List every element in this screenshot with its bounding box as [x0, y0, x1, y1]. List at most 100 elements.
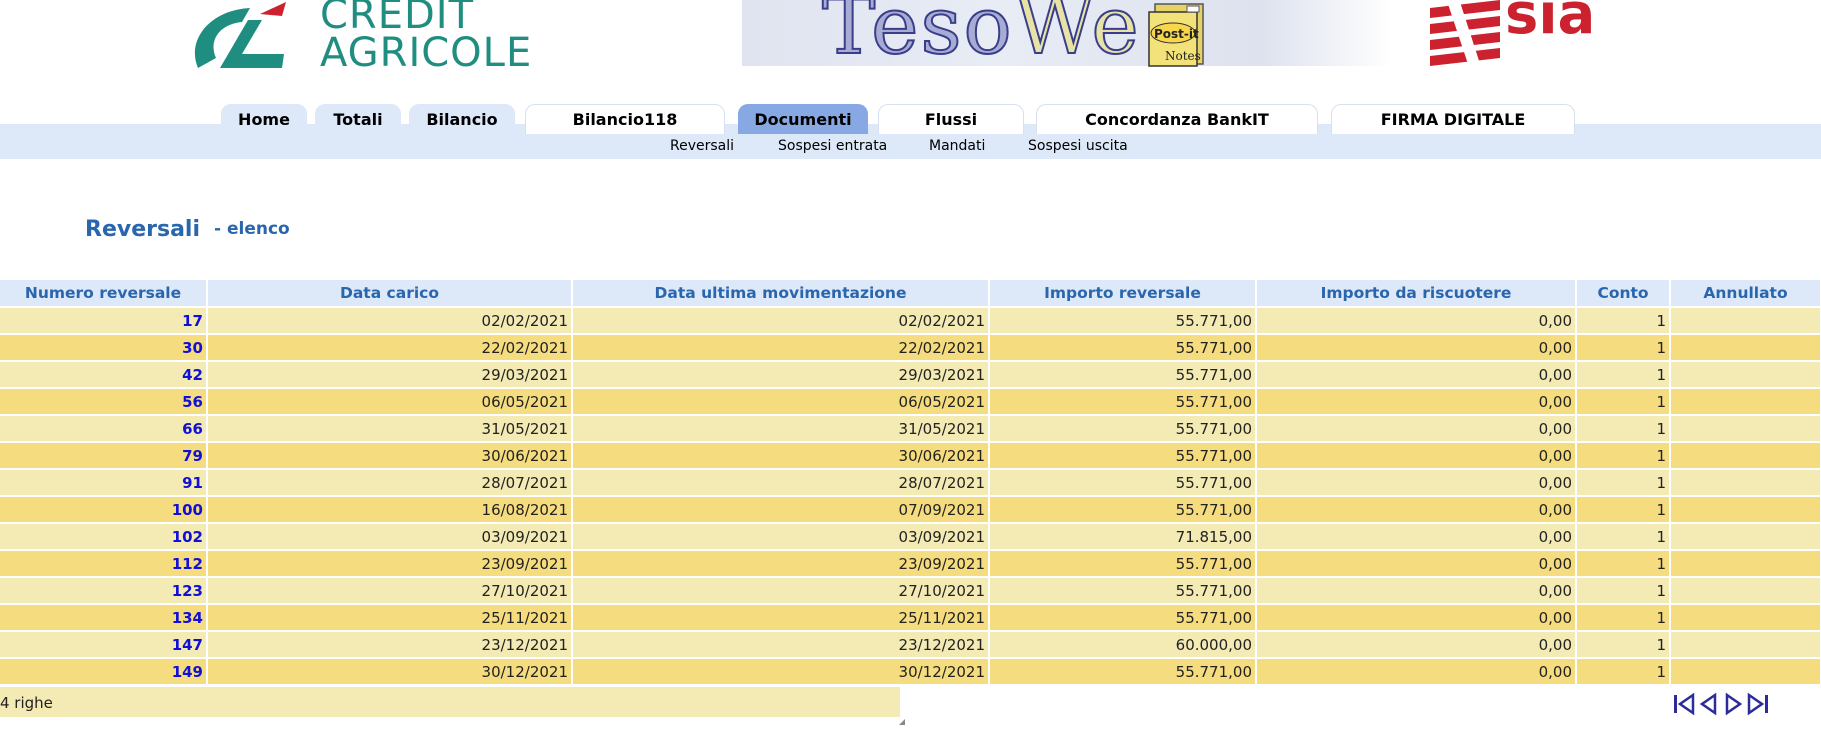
- last-page-icon[interactable]: [1746, 692, 1770, 716]
- cell-conto: 1: [1576, 630, 1671, 658]
- tab-label: Home: [238, 110, 290, 129]
- cell-numero-reversale[interactable]: 17: [0, 306, 208, 334]
- cell-conto: 1: [1576, 306, 1671, 334]
- previous-page-icon[interactable]: [1697, 692, 1721, 716]
- col-header-data-ultima-movimentazione[interactable]: Data ultima movimentazione: [572, 280, 990, 307]
- table-row: 134 25/11/2021 25/11/2021 55.771,00 0,00 1: [0, 603, 1821, 631]
- tab-label: FIRMA DIGITALE: [1380, 110, 1526, 129]
- cell-data-carico: 27/10/2021: [207, 576, 573, 604]
- cell-importo-reversale: 55.771,00: [989, 441, 1257, 469]
- table-row: 42 29/03/2021 29/03/2021 55.771,00 0,00 1: [0, 360, 1821, 388]
- tab-flussi[interactable]: Flussi: [878, 104, 1024, 134]
- table-row: 56 06/05/2021 06/05/2021 55.771,00 0,00 1: [0, 387, 1821, 415]
- cell-annullato: [1670, 549, 1821, 577]
- table-row: 147 23/12/2021 23/12/2021 60.000,00 0,00 1: [0, 630, 1821, 658]
- cell-conto: 1: [1576, 657, 1671, 684]
- col-header-importo-reversale[interactable]: Importo reversale: [989, 280, 1257, 307]
- tab-label: Bilancio118: [572, 110, 678, 129]
- tesoweb-logo: TesoWe Post-it Notes: [742, 0, 1392, 67]
- cell-importo-reversale: 60.000,00: [989, 630, 1257, 658]
- cell-data-ultima-movimentazione: 22/02/2021: [572, 333, 990, 361]
- cell-importo-da-riscuotere: 0,00: [1256, 360, 1577, 388]
- cell-data-ultima-movimentazione: 23/09/2021: [572, 549, 990, 577]
- cell-data-ultima-movimentazione: 06/05/2021: [572, 387, 990, 415]
- col-header-conto[interactable]: Conto: [1576, 280, 1671, 307]
- cell-importo-reversale: 55.771,00: [989, 306, 1257, 334]
- cell-conto: 1: [1576, 387, 1671, 415]
- col-header-numero-reversale[interactable]: Numero reversale: [0, 280, 208, 307]
- cell-annullato: [1670, 360, 1821, 388]
- cell-annullato: [1670, 495, 1821, 523]
- resize-grip-icon[interactable]: [899, 719, 905, 725]
- table-row: 123 27/10/2021 27/10/2021 55.771,00 0,00 1: [0, 576, 1821, 604]
- next-page-icon[interactable]: [1721, 692, 1745, 716]
- cell-annullato: [1670, 576, 1821, 604]
- cell-importo-reversale: 55.771,00: [989, 603, 1257, 631]
- cell-data-ultima-movimentazione: 07/09/2021: [572, 495, 990, 523]
- cell-data-ultima-movimentazione: 30/12/2021: [572, 657, 990, 684]
- first-page-icon[interactable]: [1672, 692, 1696, 716]
- cell-numero-reversale[interactable]: 147: [0, 630, 208, 658]
- cell-data-carico: 30/06/2021: [207, 441, 573, 469]
- cell-importo-reversale: 55.771,00: [989, 414, 1257, 442]
- tab-documenti[interactable]: Documenti: [738, 104, 868, 134]
- table-row: 91 28/07/2021 28/07/2021 55.771,00 0,00 1: [0, 468, 1821, 496]
- col-header-data-carico[interactable]: Data carico: [207, 280, 573, 307]
- cell-data-carico: 06/05/2021: [207, 387, 573, 415]
- tab-home[interactable]: Home: [221, 104, 307, 134]
- cell-annullato: [1670, 630, 1821, 658]
- cell-importo-da-riscuotere: 0,00: [1256, 468, 1577, 496]
- cell-numero-reversale[interactable]: 102: [0, 522, 208, 550]
- cell-numero-reversale[interactable]: 149: [0, 657, 208, 684]
- cell-data-carico: 22/02/2021: [207, 333, 573, 361]
- tesoweb-wordmark: TesoWe: [821, 0, 1141, 67]
- cell-annullato: [1670, 414, 1821, 442]
- tab-firma-digitale[interactable]: FIRMA DIGITALE: [1331, 104, 1575, 134]
- cell-numero-reversale[interactable]: 100: [0, 495, 208, 523]
- cell-numero-reversale[interactable]: 30: [0, 333, 208, 361]
- table-header-row: Numero reversale Data carico Data ultima…: [0, 280, 1821, 307]
- tab-bilancio[interactable]: Bilancio: [409, 104, 515, 134]
- cell-data-ultima-movimentazione: 29/03/2021: [572, 360, 990, 388]
- tesoweb-web: We: [1013, 0, 1141, 72]
- cell-numero-reversale[interactable]: 66: [0, 414, 208, 442]
- cell-numero-reversale[interactable]: 56: [0, 387, 208, 415]
- cell-data-ultima-movimentazione: 25/11/2021: [572, 603, 990, 631]
- table-row: 112 23/09/2021 23/09/2021 55.771,00 0,00 1: [0, 549, 1821, 577]
- cell-importo-da-riscuotere: 0,00: [1256, 495, 1577, 523]
- tab-concordanza-bankit[interactable]: Concordanza BankIT: [1036, 104, 1318, 134]
- cell-importo-reversale: 55.771,00: [989, 360, 1257, 388]
- table-row: 149 30/12/2021 30/12/2021 55.771,00 0,00 1: [0, 657, 1821, 684]
- cell-numero-reversale[interactable]: 42: [0, 360, 208, 388]
- credit-agricole-wordmark: CREDIT AGRICOLE: [320, 0, 532, 73]
- tab-label: Totali: [333, 110, 383, 129]
- cell-data-carico: 31/05/2021: [207, 414, 573, 442]
- col-header-annullato[interactable]: Annullato: [1670, 280, 1821, 307]
- sia-logo: sia: [1420, 0, 1620, 72]
- cell-importo-reversale: 55.771,00: [989, 549, 1257, 577]
- reversali-table: Numero reversale Data carico Data ultima…: [0, 280, 1821, 684]
- cell-importo-reversale: 55.771,00: [989, 333, 1257, 361]
- tab-totali[interactable]: Totali: [315, 104, 401, 134]
- subnav-sospesi-uscita[interactable]: Sospesi uscita: [1028, 138, 1128, 154]
- subnav-sospesi-entrata[interactable]: Sospesi entrata: [778, 138, 887, 154]
- col-header-importo-da-riscuotere[interactable]: Importo da riscuotere: [1256, 280, 1577, 307]
- table-row: 30 22/02/2021 22/02/2021 55.771,00 0,00 1: [0, 333, 1821, 361]
- cell-importo-da-riscuotere: 0,00: [1256, 603, 1577, 631]
- cell-numero-reversale[interactable]: 91: [0, 468, 208, 496]
- cell-data-ultima-movimentazione: 27/10/2021: [572, 576, 990, 604]
- tab-bilancio118[interactable]: Bilancio118: [525, 104, 725, 134]
- table-body: 17 02/02/2021 02/02/2021 55.771,00 0,00 1 30 22…: [0, 306, 1821, 684]
- cell-importo-reversale: 55.771,00: [989, 657, 1257, 684]
- cell-conto: 1: [1576, 549, 1671, 577]
- cell-annullato: [1670, 468, 1821, 496]
- cell-numero-reversale[interactable]: 123: [0, 576, 208, 604]
- subnav-reversali[interactable]: Reversali: [670, 138, 734, 154]
- cell-numero-reversale[interactable]: 79: [0, 441, 208, 469]
- cell-importo-da-riscuotere: 0,00: [1256, 630, 1577, 658]
- cell-numero-reversale[interactable]: 112: [0, 549, 208, 577]
- cell-numero-reversale[interactable]: 134: [0, 603, 208, 631]
- cell-data-ultima-movimentazione: 28/07/2021: [572, 468, 990, 496]
- subnav-mandati[interactable]: Mandati: [929, 138, 985, 154]
- table-row: 102 03/09/2021 03/09/2021 71.815,00 0,00 1: [0, 522, 1821, 550]
